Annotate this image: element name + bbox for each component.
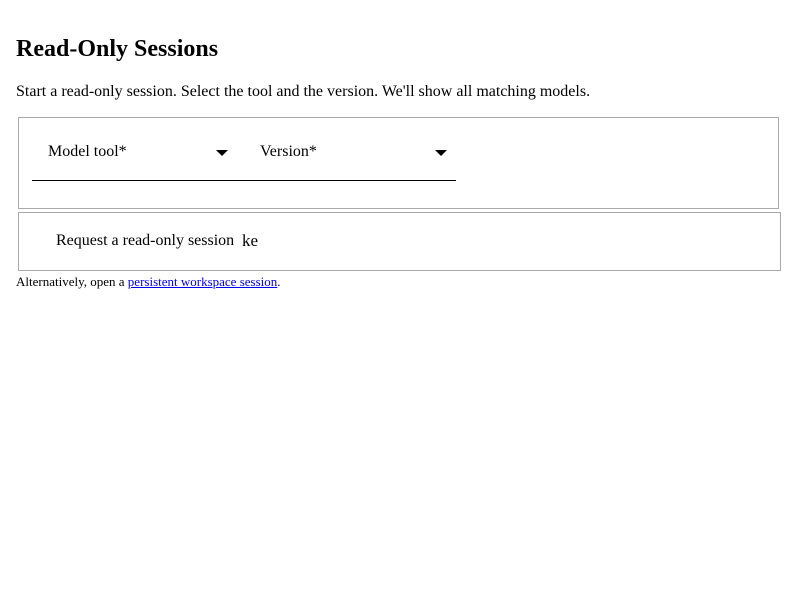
caret-down-icon[interactable]	[216, 150, 228, 156]
alternative-note: Alternatively, open a persistent workspa…	[16, 273, 281, 290]
version-label: Version*	[260, 143, 317, 160]
model-tool-label: Model tool*	[48, 143, 127, 160]
page: Read-Only Sessions Start a read-only ses…	[0, 0, 800, 600]
caret-down-icon[interactable]	[435, 150, 447, 156]
session-selector-panel: Model tool* Version*	[18, 117, 779, 209]
version-select[interactable]: Version*	[244, 138, 456, 181]
persistent-workspace-link[interactable]: persistent workspace session	[128, 274, 277, 289]
alternative-note-suffix: .	[277, 274, 281, 289]
request-session-label: Request a read-only session	[56, 232, 235, 249]
request-session-input[interactable]	[240, 230, 364, 252]
request-session-panel: Request a read-only session	[18, 212, 781, 271]
intro-text: Start a read-only session. Select the to…	[16, 83, 591, 100]
model-tool-select[interactable]: Model tool*	[32, 138, 244, 181]
alternative-note-prefix: Alternatively, open a	[16, 274, 128, 289]
page-title: Read-Only Sessions	[16, 36, 219, 62]
